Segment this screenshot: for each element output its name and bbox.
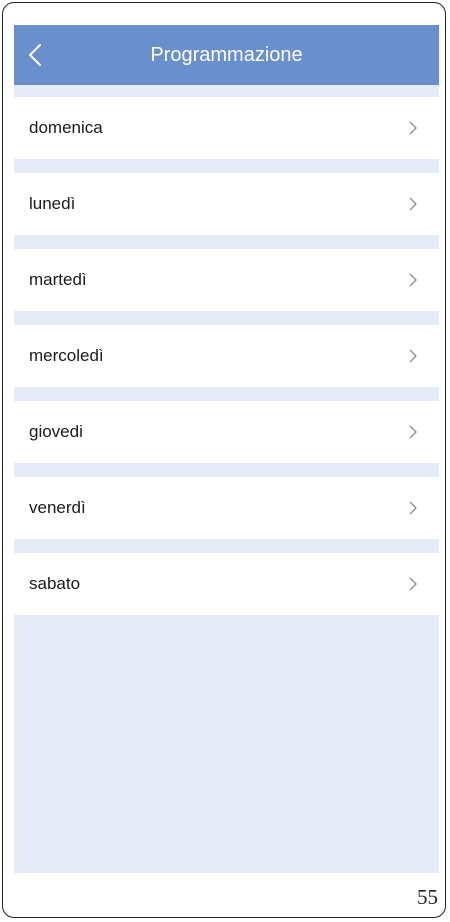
day-row-wednesday[interactable]: mercoledì	[14, 325, 439, 387]
chevron-right-icon	[409, 197, 417, 211]
day-row-thursday[interactable]: giovedi	[14, 401, 439, 463]
chevron-right-icon	[409, 273, 417, 287]
chevron-right-icon	[409, 121, 417, 135]
day-label: domenica	[29, 118, 103, 137]
day-row-friday[interactable]: venerdì	[14, 477, 439, 539]
day-row-sunday[interactable]: domenica	[14, 97, 439, 159]
chevron-right-icon	[409, 425, 417, 439]
day-label: venerdì	[29, 498, 86, 517]
day-row-tuesday[interactable]: martedì	[14, 249, 439, 311]
chevron-right-icon	[409, 501, 417, 515]
chevron-right-icon	[409, 349, 417, 363]
chevron-right-icon	[409, 577, 417, 591]
day-label: mercoledì	[29, 346, 104, 365]
day-label: lunedì	[29, 194, 76, 213]
app-header: Programmazione	[14, 25, 439, 85]
chevron-left-icon	[29, 44, 41, 66]
day-row-monday[interactable]: lunedì	[14, 173, 439, 235]
day-row-saturday[interactable]: sabato	[14, 553, 439, 615]
day-label: giovedi	[29, 422, 83, 441]
page-title: Programmazione	[150, 44, 303, 66]
page-number: 55	[417, 885, 438, 909]
back-button[interactable]	[14, 25, 66, 85]
day-list: domenica lunedì martedì mercoledì gioved…	[14, 97, 439, 629]
phone-screen: Programmazione domenica lunedì martedì m…	[14, 25, 439, 873]
day-label: martedì	[29, 270, 87, 289]
day-label: sabato	[29, 574, 81, 593]
